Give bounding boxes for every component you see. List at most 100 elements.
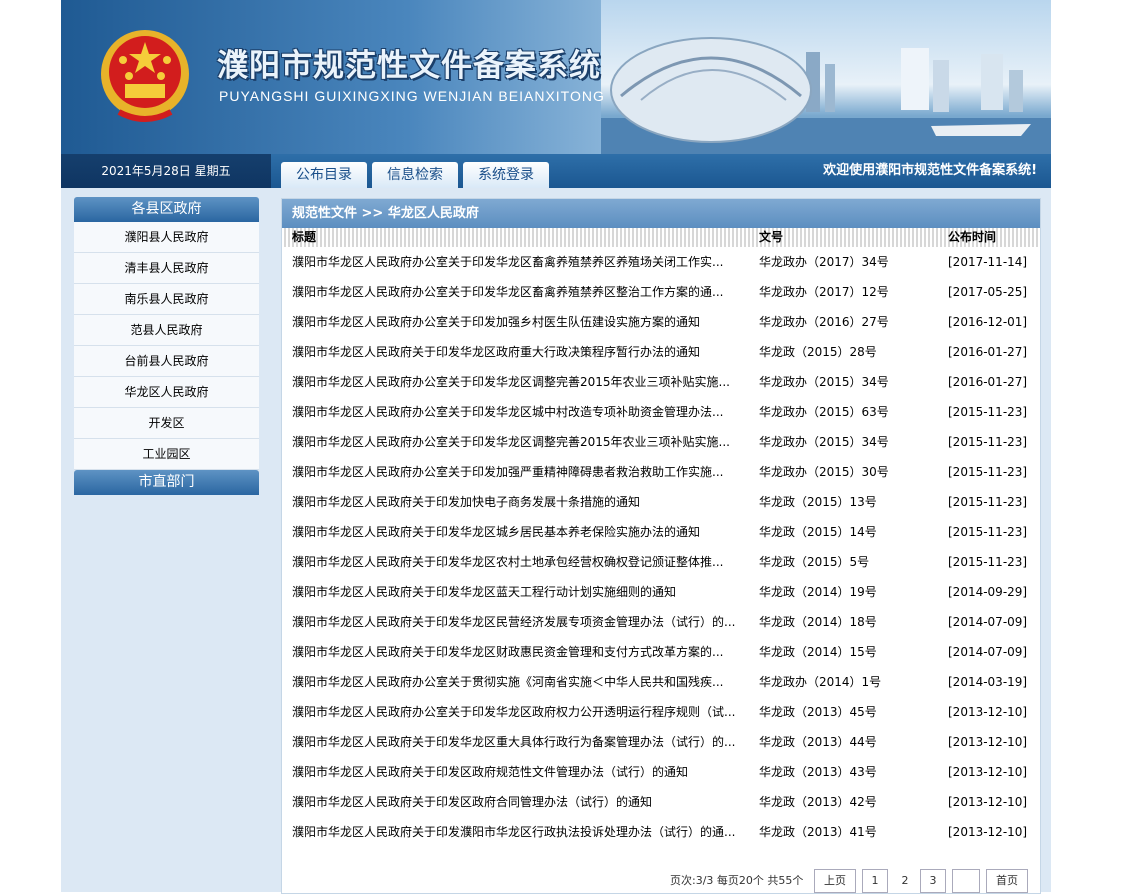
publish-date: [2017-05-25] [948,285,1028,299]
column-header-title: 标题 [292,230,317,244]
publish-date: [2014-09-29] [948,585,1028,599]
column-header-date: 公布时间 [948,230,997,244]
page-3-button[interactable]: 3 [920,869,946,893]
sidebar-item-taiqian-county[interactable]: 台前县人民政府 [74,346,259,377]
document-number: 华龙政（2014）15号 [759,645,877,659]
sidebar-item-nanle-county[interactable]: 南乐县人民政府 [74,284,259,315]
document-title-link[interactable]: 濮阳市华龙区人民政府办公室关于印发华龙区城中村改造专项补助资金管理办法... [292,397,737,427]
document-number: 华龙政（2013）42号 [759,795,877,809]
publish-date: [2015-11-23] [948,525,1028,539]
welcome-message: 欢迎使用濮阳市规范性文件备案系统! [823,163,1037,178]
document-number: 华龙政（2013）44号 [759,735,877,749]
table-row: 濮阳市华龙区人民政府办公室关于印发华龙区调整完善2015年农业三项补贴实施...… [282,367,1040,397]
publish-date: [2014-03-19] [948,675,1028,689]
table-row: 濮阳市华龙区人民政府关于印发华龙区重大具体行政行为备案管理办法（试行）的... 华… [282,727,1040,757]
document-number: 华龙政（2015）28号 [759,345,877,359]
table-row: 濮阳市华龙区人民政府办公室关于印发加强严重精神障碍患者救治救助工作实施... 华龙… [282,457,1040,487]
publish-date: [2013-12-10] [948,705,1028,719]
breadcrumb: 规范性文件 >> 华龙区人民政府 [282,199,1040,228]
document-number: 华龙政（2015）5号 [759,555,870,569]
sidebar-item-qingfeng-county[interactable]: 清丰县人民政府 [74,253,259,284]
sidebar-item-hualong-district[interactable]: 华龙区人民政府 [74,377,259,408]
table-row: 濮阳市华龙区人民政府办公室关于贯彻实施《河南省实施＜中华人民共和国残疾... 华龙… [282,667,1040,697]
publish-date: [2013-12-10] [948,735,1028,749]
document-title-link[interactable]: 濮阳市华龙区人民政府关于印发华龙区蓝天工程行动计划实施细则的通知 [292,577,737,607]
publish-date: [2013-12-10] [948,825,1028,839]
first-page-button[interactable]: 首页 [986,869,1028,893]
table-row: 濮阳市华龙区人民政府办公室关于印发华龙区政府权力公开透明运行程序规则（试... 华… [282,697,1040,727]
table-row: 濮阳市华龙区人民政府办公室关于印发华龙区畜禽养殖禁养区养殖场关闭工作实... 华龙… [282,247,1040,277]
table-row: 濮阳市华龙区人民政府关于印发华龙区城乡居民基本养老保险实施办法的通知 华龙政（20… [282,517,1040,547]
table-row: 濮阳市华龙区人民政府办公室关于印发华龙区城中村改造专项补助资金管理办法... 华龙… [282,397,1040,427]
column-header-doc-no: 文号 [759,230,784,244]
document-title-link[interactable]: 濮阳市华龙区人民政府关于印发加快电子商务发展十条措施的通知 [292,487,737,517]
document-title-link[interactable]: 濮阳市华龙区人民政府关于印发华龙区政府重大行政决策程序暂行办法的通知 [292,337,737,367]
publish-date: [2014-07-09] [948,615,1028,629]
document-title-link[interactable]: 濮阳市华龙区人民政府关于印发濮阳市华龙区行政执法投诉处理办法（试行）的通... [292,817,737,847]
document-number: 华龙政办（2016）27号 [759,315,889,329]
document-title-link[interactable]: 濮阳市华龙区人民政府办公室关于印发加强严重精神障碍患者救治救助工作实施... [292,457,737,487]
publish-date: [2017-11-14] [948,255,1028,269]
table-row: 濮阳市华龙区人民政府关于印发濮阳市华龙区行政执法投诉处理办法（试行）的通... 华… [282,817,1040,847]
table-row: 濮阳市华龙区人民政府办公室关于印发加强乡村医生队伍建设实施方案的通知 华龙政办（2… [282,307,1040,337]
publish-date: [2013-12-10] [948,765,1028,779]
table-row: 濮阳市华龙区人民政府关于印发华龙区农村土地承包经营权确权登记颁证整体推... 华龙… [282,547,1040,577]
document-title-link[interactable]: 濮阳市华龙区人民政府办公室关于印发华龙区调整完善2015年农业三项补贴实施... [292,367,737,397]
site-subtitle: PUYANGSHI GUIXINGXING WENJIAN BEIANXITON… [219,88,605,104]
table-row: 濮阳市华龙区人民政府办公室关于印发华龙区畜禽养殖禁养区整治工作方案的通... 华龙… [282,277,1040,307]
table-row: 濮阳市华龙区人民政府关于印发华龙区蓝天工程行动计划实施细则的通知 华龙政（2014… [282,577,1040,607]
sidebar-item-industrial-park[interactable]: 工业园区 [74,439,259,470]
document-number: 华龙政办（2015）30号 [759,465,889,479]
sidebar-item-fan-county[interactable]: 范县人民政府 [74,315,259,346]
document-title-link[interactable]: 濮阳市华龙区人民政府关于印发华龙区城乡居民基本养老保险实施办法的通知 [292,517,737,547]
sidebar-item-puyang-county[interactable]: 濮阳县人民政府 [74,222,259,253]
tab-publish-catalog[interactable]: 公布目录 [281,162,367,188]
table-row: 濮阳市华龙区人民政府关于印发华龙区政府重大行政决策程序暂行办法的通知 华龙政（20… [282,337,1040,367]
publish-date: [2015-11-23] [948,495,1028,509]
document-number: 华龙政办（2015）34号 [759,435,889,449]
document-title-link[interactable]: 濮阳市华龙区人民政府关于印发区政府合同管理办法（试行）的通知 [292,787,737,817]
page-container: 濮阳市规范性文件备案系统 PUYANGSHI GUIXINGXING WENJI… [61,0,1051,894]
prev-page-button[interactable]: 上页 [814,869,856,893]
sidebar-section-county-gov[interactable]: 各县区政府 [74,197,259,222]
city-skyline-image [601,37,1051,154]
document-number: 华龙政办（2017）12号 [759,285,889,299]
document-title-link[interactable]: 濮阳市华龙区人民政府办公室关于印发华龙区畜禽养殖禁养区养殖场关闭工作实... [292,247,737,277]
publish-date: [2013-12-10] [948,795,1028,809]
tab-system-login[interactable]: 系统登录 [463,162,549,188]
sidebar-item-development-zone[interactable]: 开发区 [74,408,259,439]
current-date: 2021年5月28日 星期五 [61,154,271,188]
document-title-link[interactable]: 濮阳市华龙区人民政府办公室关于印发加强乡村医生队伍建设实施方案的通知 [292,307,737,337]
sidebar: 各县区政府 濮阳县人民政府 清丰县人民政府 南乐县人民政府 范县人民政府 台前县… [74,197,259,495]
publish-date: [2015-11-23] [948,405,1028,419]
tab-info-search[interactable]: 信息检索 [372,162,458,188]
page-1-button[interactable]: 1 [862,869,888,893]
site-title: 濮阳市规范性文件备案系统 [217,48,601,84]
publish-date: [2016-12-01] [948,315,1028,329]
document-title-link[interactable]: 濮阳市华龙区人民政府办公室关于印发华龙区政府权力公开透明运行程序规则（试... [292,697,737,727]
table-row: 濮阳市华龙区人民政府关于印发区政府合同管理办法（试行）的通知 华龙政（2013）4… [282,787,1040,817]
document-title-link[interactable]: 濮阳市华龙区人民政府关于印发区政府规范性文件管理办法（试行）的通知 [292,757,737,787]
document-title-link[interactable]: 濮阳市华龙区人民政府办公室关于贯彻实施《河南省实施＜中华人民共和国残疾... [292,667,737,697]
document-title-link[interactable]: 濮阳市华龙区人民政府关于印发华龙区民营经济发展专项资金管理办法（试行）的... [292,607,737,637]
table-row: 濮阳市华龙区人民政府关于印发华龙区民营经济发展专项资金管理办法（试行）的... 华… [282,607,1040,637]
table-row: 濮阳市华龙区人民政府关于印发华龙区财政惠民资金管理和支付方式改革方案的... 华龙… [282,637,1040,667]
sidebar-section-city-departments[interactable]: 市直部门 [74,470,259,495]
document-number: 华龙政（2015）13号 [759,495,877,509]
page-jump-input[interactable] [952,869,980,893]
document-number: 华龙政（2013）41号 [759,825,877,839]
document-title-link[interactable]: 濮阳市华龙区人民政府办公室关于印发华龙区调整完善2015年农业三项补贴实施... [292,427,737,457]
table-row: 濮阳市华龙区人民政府关于印发加快电子商务发展十条措施的通知 华龙政（2015）13… [282,487,1040,517]
publish-date: [2014-07-09] [948,645,1028,659]
publish-date: [2016-01-27] [948,375,1028,389]
document-title-link[interactable]: 濮阳市华龙区人民政府关于印发华龙区重大具体行政行为备案管理办法（试行）的... [292,727,737,757]
publish-date: [2015-11-23] [948,435,1028,449]
publish-date: [2015-11-23] [948,465,1028,479]
document-number: 华龙政（2015）14号 [759,525,877,539]
document-number: 华龙政办（2017）34号 [759,255,889,269]
table-header: 标题 文号 公布时间 [282,228,1040,247]
document-title-link[interactable]: 濮阳市华龙区人民政府关于印发华龙区财政惠民资金管理和支付方式改革方案的... [292,637,737,667]
document-title-link[interactable]: 濮阳市华龙区人民政府办公室关于印发华龙区畜禽养殖禁养区整治工作方案的通... [292,277,737,307]
document-title-link[interactable]: 濮阳市华龙区人民政府关于印发华龙区农村土地承包经营权确权登记颁证整体推... [292,547,737,577]
document-number: 华龙政办（2015）63号 [759,405,889,419]
